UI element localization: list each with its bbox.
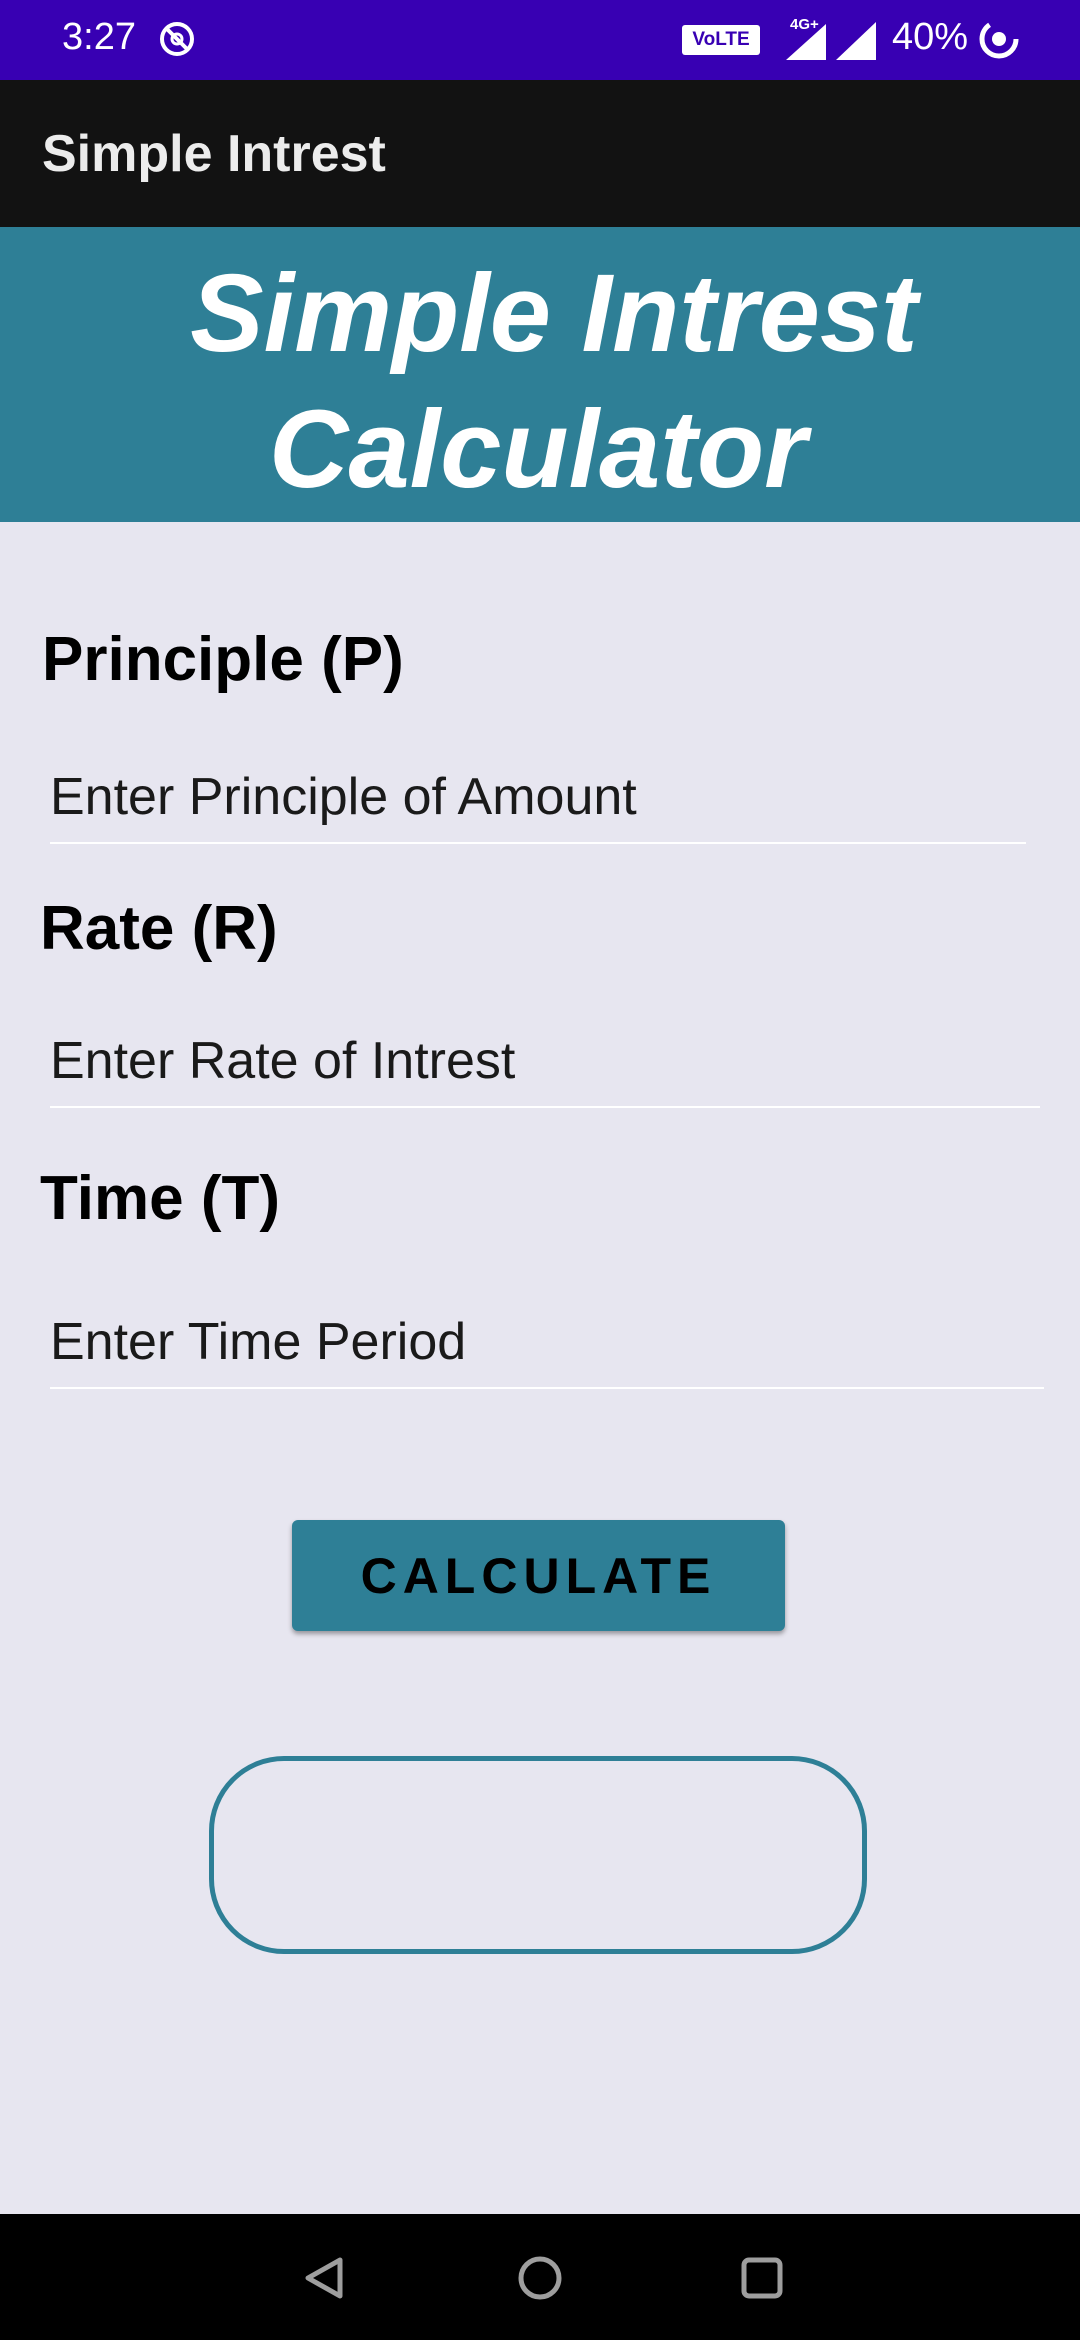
back-icon[interactable]: [296, 2250, 352, 2306]
time-label: Time (T): [40, 1164, 280, 1233]
volte-icon: VoLTE: [682, 25, 760, 55]
screen: 3:27 VoLTE 4G+ 40% Simple Intrest Simple…: [0, 0, 1080, 2340]
status-time: 3:27: [62, 16, 136, 58]
banner-title-line-1: Simple Intrest: [190, 252, 918, 375]
app-bar: Simple Intrest: [0, 80, 1080, 227]
principle-label: Principle (P): [42, 625, 404, 694]
result-box: [209, 1756, 867, 1954]
signal-icon: [786, 24, 826, 60]
battery-percent: 40%: [892, 16, 969, 58]
app-title: Simple Intrest: [42, 125, 386, 183]
banner-title-line-2: Calculator: [269, 388, 807, 511]
rate-label: Rate (R): [40, 894, 278, 963]
time-input[interactable]: [50, 1297, 1044, 1389]
battery-saver-icon: [979, 19, 1019, 59]
sync-disabled-icon: [160, 22, 194, 56]
recents-icon[interactable]: [734, 2250, 790, 2306]
signal-icon: [836, 22, 876, 60]
home-icon[interactable]: [512, 2250, 568, 2306]
navigation-bar: [0, 2214, 1080, 2340]
status-bar: 3:27 VoLTE 4G+ 40%: [0, 0, 1080, 80]
principle-input[interactable]: [50, 752, 1026, 844]
rate-input[interactable]: [50, 1016, 1040, 1108]
calculate-button[interactable]: CALCULATE: [292, 1520, 785, 1631]
calculator-banner: Simple Intrest Calculator: [0, 227, 1080, 522]
